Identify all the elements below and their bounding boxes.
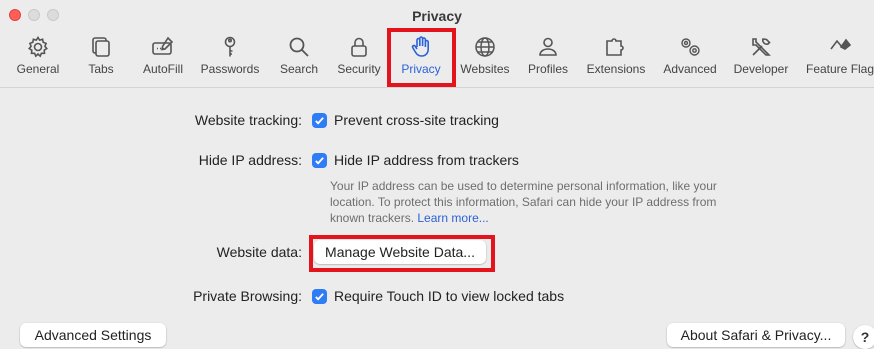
hide-ip-checkbox[interactable] — [312, 153, 327, 168]
hide-ip-help-text: Your IP address can be used to determine… — [330, 178, 730, 226]
puzzle-icon — [585, 34, 647, 60]
tools-icon — [732, 34, 790, 60]
key-icon — [198, 34, 262, 60]
tab-label: Search — [279, 62, 319, 76]
tab-label: Tabs — [88, 62, 114, 76]
learn-more-link[interactable]: Learn more... — [417, 211, 488, 225]
tab-tabs[interactable]: Tabs — [83, 28, 119, 86]
website-tracking-checkbox[interactable] — [312, 113, 327, 128]
globe-icon — [458, 34, 512, 60]
tab-label: Extensions — [586, 62, 646, 76]
private-browsing-label: Private Browsing: — [193, 288, 302, 304]
hide-ip-checkbox-label: Hide IP address from trackers — [334, 152, 519, 168]
gears-icon — [660, 34, 720, 60]
website-tracking-checkbox-label: Prevent cross-site tracking — [334, 112, 499, 128]
search-icon — [278, 34, 320, 60]
hide-ip-label: Hide IP address: — [198, 152, 302, 168]
tab-extensions[interactable]: Extensions — [585, 28, 647, 86]
manage-button-highlight — [309, 235, 495, 272]
lock-icon — [334, 34, 384, 60]
tab-general[interactable]: General — [14, 28, 62, 86]
safari-settings-window: Privacy General Tabs AutoFill Passwords … — [0, 0, 874, 349]
tab-label: Security — [337, 62, 381, 76]
advanced-settings-button[interactable]: Advanced Settings — [20, 323, 166, 347]
help-text-body: Your IP address can be used to determine… — [330, 179, 717, 225]
tab-websites[interactable]: Websites — [458, 28, 512, 86]
about-safari-privacy-button[interactable]: About Safari & Privacy... — [667, 323, 845, 347]
private-browsing-checkbox-label: Require Touch ID to view locked tabs — [334, 288, 565, 304]
tab-advanced[interactable]: Advanced — [660, 28, 720, 86]
tab-autofill[interactable]: AutoFill — [138, 28, 188, 86]
flags-icon — [806, 34, 874, 60]
tab-developer[interactable]: Developer — [732, 28, 790, 86]
window-title: Privacy — [412, 8, 462, 24]
tab-label: General — [16, 62, 60, 76]
tab-label: Websites — [460, 62, 510, 76]
title-bar: Privacy — [0, 0, 874, 30]
gear-icon — [14, 34, 62, 60]
tab-feature-flags[interactable]: Feature Flag — [806, 28, 874, 86]
tab-security[interactable]: Security — [334, 28, 384, 86]
tab-label: Developer — [733, 62, 789, 76]
private-browsing-checkbox[interactable] — [312, 289, 327, 304]
website-data-label: Website data: — [216, 244, 302, 260]
person-icon — [524, 34, 572, 60]
tab-label: Passwords — [200, 62, 260, 76]
tab-label: Feature Flag — [806, 62, 874, 76]
toolbar-divider — [0, 87, 874, 88]
website-tracking-label: Website tracking: — [194, 112, 302, 128]
tabs-icon — [83, 34, 119, 60]
autofill-icon — [138, 34, 188, 60]
tab-label: Profiles — [527, 62, 568, 76]
tab-passwords[interactable]: Passwords — [198, 28, 262, 86]
tab-profiles[interactable]: Profiles — [524, 28, 572, 86]
tab-search[interactable]: Search — [278, 28, 320, 86]
tab-label: Advanced — [663, 62, 717, 76]
privacy-tab-highlight — [387, 28, 456, 87]
help-button[interactable]: ? — [853, 325, 874, 349]
